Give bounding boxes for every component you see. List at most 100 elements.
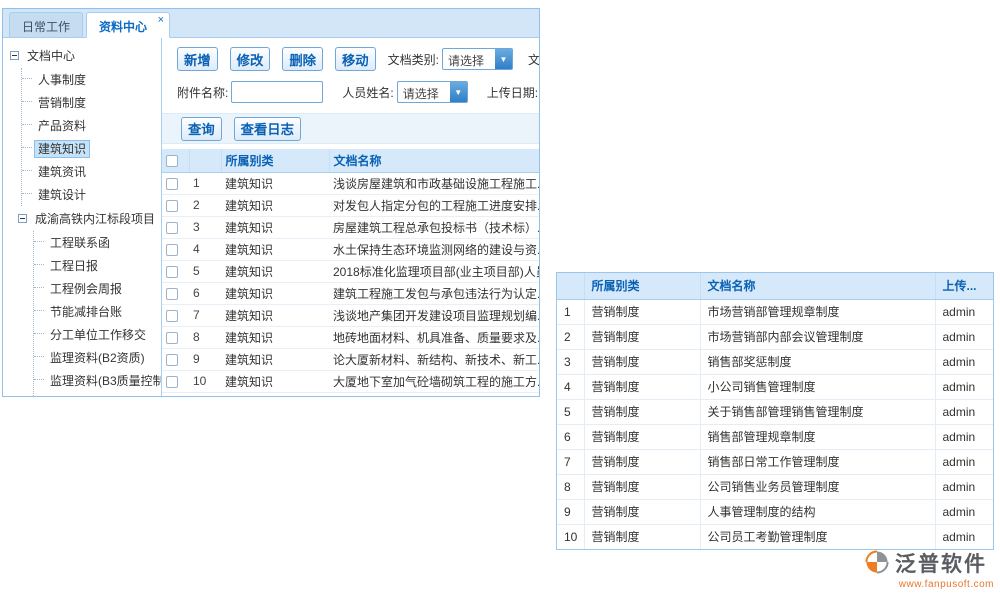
document-row[interactable]: 3 建筑知识 房屋建筑工程总承包投标书（技术标）...	[162, 216, 539, 238]
move-button[interactable]: 移动	[335, 47, 376, 71]
row-checkbox[interactable]	[166, 288, 178, 300]
row-number-cell: 5	[557, 399, 584, 424]
chevron-down-icon: ▼	[450, 82, 467, 102]
close-tab-icon[interactable]: ×	[158, 14, 164, 26]
table-header-row: 所属别类 文档名称	[162, 149, 539, 172]
project-item[interactable]: 工程日报	[34, 254, 159, 277]
attachment-name-input[interactable]	[231, 81, 323, 103]
document-name-cell: 水土保持生态环境监测网络的建设与资...	[329, 238, 539, 260]
uploader-cell: admin	[935, 299, 993, 324]
row-checkbox[interactable]	[166, 178, 178, 190]
project-item-label: 工程联系函	[47, 235, 113, 251]
row-number-cell: 9	[189, 348, 221, 370]
document-row[interactable]: 9 营销制度 人事管理制度的结构 admin	[557, 499, 993, 524]
document-name-cell: 市场营销部管理规章制度	[700, 299, 935, 324]
document-row[interactable]: 5 营销制度 关于销售部管理销售管理制度 admin	[557, 399, 993, 424]
tree-root-project[interactable]: 成渝高铁内江标段项目	[18, 206, 159, 231]
document-row[interactable]: 5 建筑知识 2018标准化监理项目部(业主项目部)人员...	[162, 260, 539, 282]
query-button[interactable]: 查询	[181, 117, 222, 141]
tab-daily-work[interactable]: 日常工作	[9, 12, 83, 37]
fanpu-branding: 泛普软件 www.fanpusoft.com	[864, 548, 994, 590]
document-row[interactable]: 4 建筑知识 水土保持生态环境监测网络的建设与资...	[162, 238, 539, 260]
tab-data-center-label: 资料中心	[99, 20, 147, 34]
document-name-cell: 大厦地下室加气砼墙砌筑工程的施工方...	[329, 370, 539, 392]
doc-category-select[interactable]: 请选择 ▼	[442, 48, 513, 70]
name-column-header: 文档名称	[700, 273, 935, 299]
row-checkbox[interactable]	[166, 266, 178, 278]
sidebar-item[interactable]: 营销制度	[22, 91, 159, 114]
row-checkbox[interactable]	[166, 200, 178, 212]
category-cell: 营销制度	[584, 374, 700, 399]
category-cell: 营销制度	[584, 299, 700, 324]
category-cell: 营销制度	[584, 399, 700, 424]
document-row[interactable]: 8 营销制度 公司销售业务员管理制度 admin	[557, 474, 993, 499]
row-checkbox[interactable]	[166, 222, 178, 234]
document-row[interactable]: 6 营销制度 销售部管理规章制度 admin	[557, 424, 993, 449]
document-row[interactable]: 1 营销制度 市场营销部管理规章制度 admin	[557, 299, 993, 324]
row-number-cell: 1	[557, 299, 584, 324]
project-item[interactable]: 分工单位工作移交	[34, 323, 159, 346]
uploader-cell: admin	[935, 399, 993, 424]
row-checkbox[interactable]	[166, 244, 178, 256]
sidebar-item-label: 人事制度	[35, 72, 89, 88]
collapse-icon[interactable]	[18, 214, 27, 223]
document-row[interactable]: 10 建筑知识 大厦地下室加气砼墙砌筑工程的施工方...	[162, 370, 539, 392]
project-item[interactable]: 工程联系函	[34, 231, 159, 254]
view-log-button[interactable]: 查看日志	[234, 117, 301, 141]
category-cell: 建筑知识	[221, 194, 329, 216]
search-action-row: 查询 查看日志	[162, 113, 539, 144]
row-number-cell: 3	[189, 216, 221, 238]
sidebar-item[interactable]: 建筑资讯	[22, 160, 159, 183]
document-row[interactable]: 2 建筑知识 对发包人指定分包的工程施工进度安排...	[162, 194, 539, 216]
project-item[interactable]: 监理资料(B3质量控制)	[34, 369, 159, 392]
sidebar-item[interactable]: 产品资料	[22, 114, 159, 137]
project-item[interactable]: 监理资料(B4质量控制)	[34, 392, 159, 396]
document-row[interactable]: 4 营销制度 小公司销售管理制度 admin	[557, 374, 993, 399]
document-row[interactable]: 2 营销制度 市场营销部内部会议管理制度 admin	[557, 324, 993, 349]
category-cell: 营销制度	[584, 474, 700, 499]
table-header-row: 所属别类 文档名称 上传...	[557, 273, 993, 299]
project-item-label: 监理资料(B3质量控制)	[47, 373, 162, 389]
sidebar-item[interactable]: 人事制度	[22, 68, 159, 91]
category-cell: 营销制度	[584, 349, 700, 374]
row-number-cell: 8	[557, 474, 584, 499]
document-row[interactable]: 6 建筑知识 建筑工程施工发包与承包违法行为认定...	[162, 282, 539, 304]
document-row[interactable]: 7 建筑知识 浅谈地产集团开发建设项目监理规划编...	[162, 304, 539, 326]
checkbox-cell	[162, 348, 189, 370]
document-row[interactable]: 9 建筑知识 论大厦新材料、新结构、新技术、新工...	[162, 348, 539, 370]
project-item-label: 监理资料(B2资质)	[47, 350, 148, 366]
row-checkbox[interactable]	[166, 354, 178, 366]
company-name: 泛普软件	[895, 548, 987, 578]
uploader-cell: admin	[935, 349, 993, 374]
project-item[interactable]: 节能减排台账	[34, 300, 159, 323]
new-button[interactable]: 新增	[177, 47, 218, 71]
tab-data-center[interactable]: 资料中心 ×	[86, 12, 170, 38]
tree-root-document-center[interactable]: 文档中心	[10, 43, 159, 68]
sidebar-item[interactable]: 建筑设计	[22, 183, 159, 206]
row-checkbox[interactable]	[166, 310, 178, 322]
row-checkbox[interactable]	[166, 376, 178, 388]
row-checkbox[interactable]	[166, 332, 178, 344]
project-item[interactable]: 监理资料(B2资质)	[34, 346, 159, 369]
project-item-label: 节能减排台账	[47, 304, 125, 320]
document-row[interactable]: 1 建筑知识 浅谈房屋建筑和市政基础设施工程施工...	[162, 172, 539, 194]
row-number-cell: 10	[557, 524, 584, 549]
uploader-cell: admin	[935, 524, 993, 549]
modify-button[interactable]: 修改	[230, 47, 271, 71]
checkbox-cell	[162, 326, 189, 348]
checkbox-cell	[162, 238, 189, 260]
project-item[interactable]: 工程例会周报	[34, 277, 159, 300]
delete-button[interactable]: 删除	[282, 47, 323, 71]
category-list: 人事制度 营销制度 产品资料 建筑知识	[21, 68, 159, 206]
select-all-checkbox[interactable]	[166, 155, 178, 167]
document-row[interactable]: 8 建筑知识 地砖地面材料、机具准备、质量要求及...	[162, 326, 539, 348]
document-row[interactable]: 7 营销制度 销售部日常工作管理制度 admin	[557, 449, 993, 474]
row-number-cell: 7	[189, 304, 221, 326]
checkbox-cell	[162, 304, 189, 326]
sidebar-item[interactable]: 建筑知识	[22, 137, 159, 160]
person-name-select[interactable]: 请选择 ▼	[397, 81, 468, 103]
collapse-icon[interactable]	[10, 51, 19, 60]
document-row[interactable]: 10 营销制度 公司员工考勤管理制度 admin	[557, 524, 993, 549]
upload-date-label: 上传日期:	[487, 84, 538, 101]
document-row[interactable]: 3 营销制度 销售部奖惩制度 admin	[557, 349, 993, 374]
